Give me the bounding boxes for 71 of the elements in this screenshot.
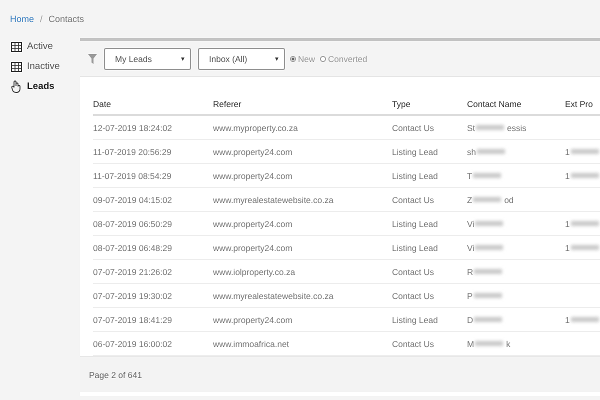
hand-icon xyxy=(11,80,22,93)
blurred-text xyxy=(473,197,502,202)
table-icon xyxy=(11,62,22,72)
column-header: Type xyxy=(392,98,412,108)
table-cell-text: www.property24.com xyxy=(213,218,294,228)
table-cell-text: 08-07-2019 06:50:29 xyxy=(93,218,173,228)
table-cell: 1 xyxy=(565,218,600,228)
table-cell-text: Contact Us xyxy=(392,338,436,348)
filter-icon xyxy=(88,54,97,64)
column-header: Referer xyxy=(213,98,242,108)
table-cell-text: www.property24.com xyxy=(213,314,294,324)
blurred-text xyxy=(475,245,504,250)
column-header: Date xyxy=(93,98,112,108)
table-cell: Vi xyxy=(467,242,565,252)
table-cell-text: 12-07-2019 18:24:02 xyxy=(93,122,173,132)
table-cell-text: Listing Lead xyxy=(392,146,439,156)
table-cell-text: www.myrealestatewebsite.co.za xyxy=(213,194,334,204)
table-cell-text: Contact Us xyxy=(392,290,436,300)
pagination-text: Page 2 of 641 xyxy=(89,370,142,380)
table-cell-text: www.myproperty.co.za xyxy=(213,122,299,132)
table-cell: T xyxy=(467,170,565,180)
table-cell-text: M k xyxy=(467,338,512,348)
table-cell-text: St essis xyxy=(467,122,528,132)
table-cell: sh xyxy=(467,146,565,156)
blurred-text xyxy=(474,317,502,322)
table-cell-text: Contact Us xyxy=(392,122,436,132)
table-cell-text: Z od xyxy=(467,194,515,204)
table-cell-text: Listing Lead xyxy=(392,314,439,324)
blurred-text xyxy=(475,341,504,346)
column-header: Ext Pro xyxy=(565,98,594,108)
table-cell: 1 xyxy=(565,242,600,252)
table-cell-text: 07-07-2019 21:26:02 xyxy=(93,266,173,276)
table-cell: R xyxy=(467,266,565,276)
table-cell-text: www.myrealestatewebsite.co.za xyxy=(213,290,334,300)
table-cell-text: Listing Lead xyxy=(392,170,439,180)
table-cell: 1 xyxy=(565,314,600,324)
table-cell-text: www.property24.com xyxy=(213,146,294,156)
breadcrumb-separator: / xyxy=(40,14,43,24)
sidebar-item[interactable]: Active xyxy=(11,38,80,55)
table-cell-text: 08-07-2019 06:48:29 xyxy=(93,242,173,252)
blurred-text xyxy=(476,125,504,130)
table-cell: D xyxy=(467,314,565,324)
breadcrumb-link[interactable]: Home xyxy=(10,14,34,24)
table-cell-text: www.iolproperty.co.za xyxy=(213,266,296,276)
blurred-text xyxy=(474,269,502,274)
table-cell-text: 09-07-2019 04:15:02 xyxy=(93,194,173,204)
blurred-text xyxy=(476,149,505,154)
table-cell-text: www.property24.com xyxy=(213,170,294,180)
table-cell-text: Listing Lead xyxy=(392,218,439,228)
table-cell: 1 xyxy=(565,170,600,180)
column-header: Contact Name xyxy=(467,98,522,108)
breadcrumb-current: Contacts xyxy=(48,14,84,24)
table-cell-text: Contact Us xyxy=(392,266,436,276)
table-icon xyxy=(11,42,22,52)
table-cell-text: Contact Us xyxy=(392,194,436,204)
table-cell-text: 11-07-2019 08:54:29 xyxy=(93,170,172,180)
sidebar-item[interactable]: Inactive xyxy=(11,58,80,75)
table-cell-text: Listing Lead xyxy=(392,242,439,252)
blurred-text xyxy=(475,221,504,226)
table-cell: P xyxy=(467,290,565,300)
table-cell-text: 07-07-2019 19:30:02 xyxy=(93,290,173,300)
table-cell: Vi xyxy=(467,218,565,228)
table-cell-text: www.property24.com xyxy=(213,242,294,252)
table-cell-text: 07-07-2019 18:41:29 xyxy=(93,314,173,324)
table-cell: 1 xyxy=(565,146,600,156)
table-cell-text: 06-07-2019 16:00:02 xyxy=(93,338,173,348)
blurred-text xyxy=(474,293,502,298)
table-cell-text: 11-07-2019 20:56:29 xyxy=(93,146,172,156)
blurred-text xyxy=(473,173,502,178)
table-cell-text: www.immoafrica.net xyxy=(213,338,290,348)
sidebar-item[interactable]: Leads xyxy=(11,78,80,95)
